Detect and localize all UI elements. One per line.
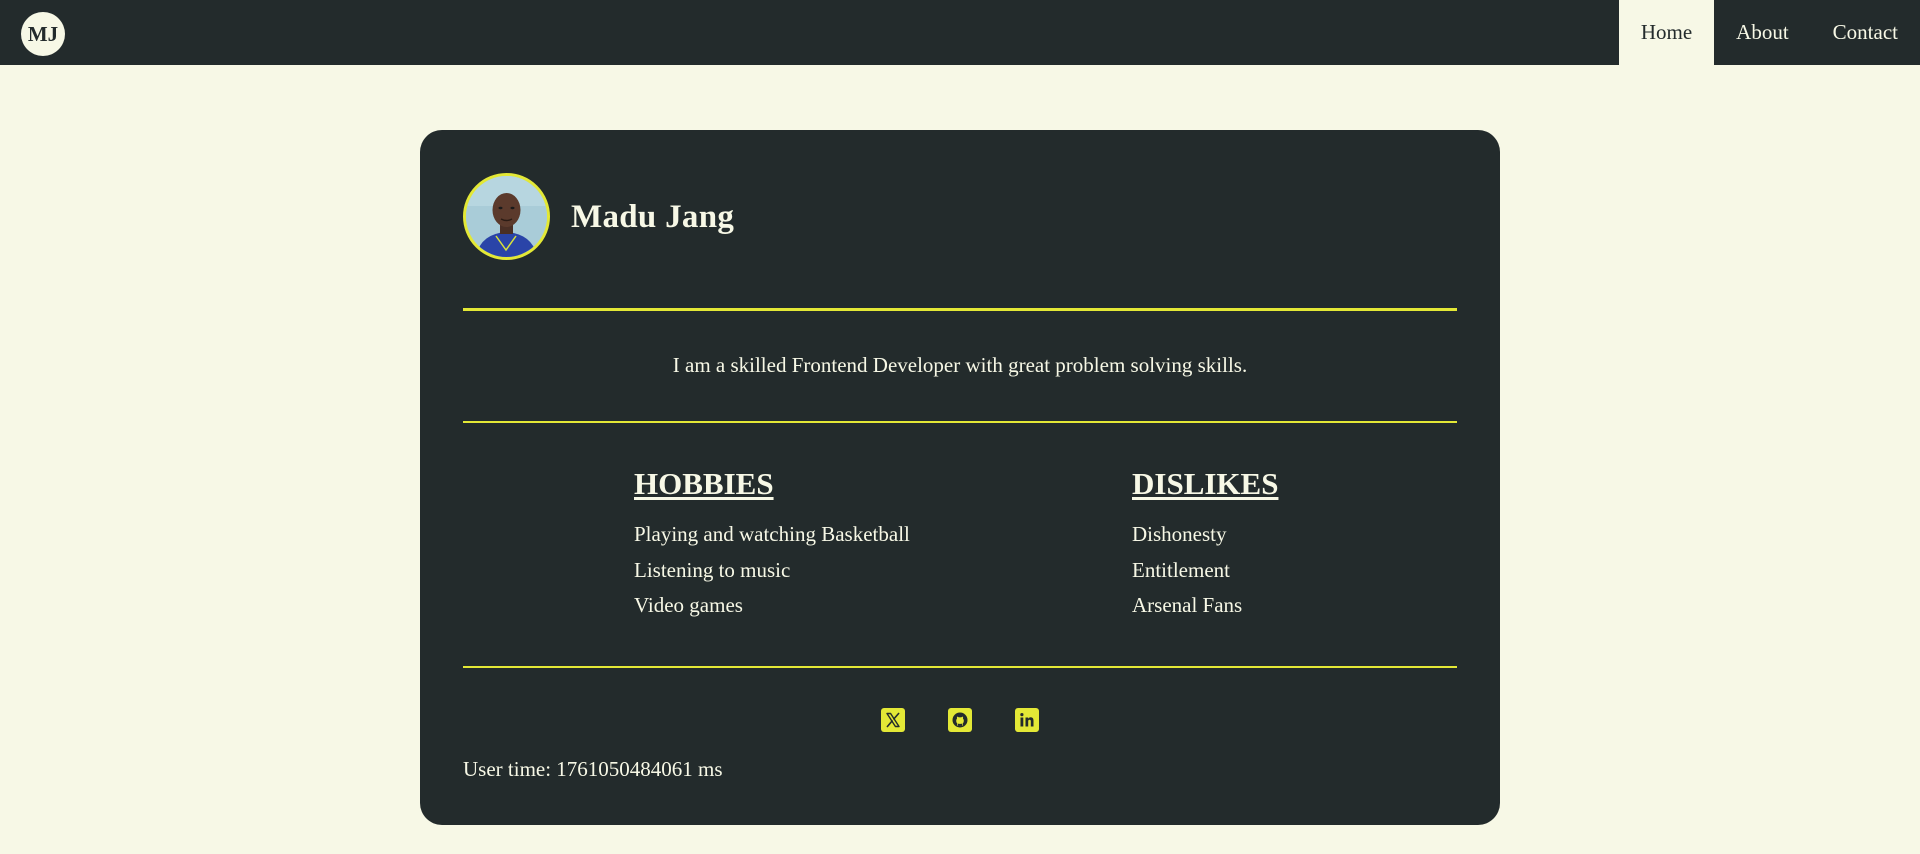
hobby-item: Video games [634,593,743,617]
profile-avatar [463,173,550,260]
dislikes-list: Dishonesty Entitlement Arsenal Fans [1132,517,1278,624]
linkedin-link[interactable] [1015,708,1039,732]
divider-bottom [463,666,1457,668]
profile-bio: I am a skilled Frontend Developer with g… [672,353,1248,377]
github-icon [948,708,972,732]
dislike-item: Arsenal Fans [1132,593,1243,617]
hobby-item: Listening to music [634,557,791,582]
social-links [420,708,1500,732]
github-link[interactable] [948,708,972,732]
divider-top [463,308,1457,311]
dislike-item: Dishonesty [1132,522,1227,546]
hobbies-list: Playing and watching Basketball Listenin… [634,517,910,624]
logo-badge[interactable]: MJ [21,12,65,56]
nav-home-link[interactable]: Home [1618,0,1715,65]
nav-contact-link[interactable]: Contact [1811,0,1920,65]
dislikes-heading: DISLIKES [1132,466,1279,501]
hobbies-heading: HOBBIES [634,466,774,501]
profile-name: Madu Jang [571,199,735,235]
avatar-photo [466,176,547,257]
linkedin-icon [1015,708,1039,732]
dislikes-section: DISLIKES Dishonesty Entitlement Arsenal … [1132,465,1278,624]
profile-card: Madu Jang I am a skilled Frontend Develo… [420,130,1500,825]
nav-about-link[interactable]: About [1714,0,1811,65]
x-twitter-icon [881,708,905,732]
hobby-item: Playing and watching Basketball [634,522,910,546]
divider-middle [463,421,1457,423]
user-time-readout: User time: 1761050484061 ms [463,757,723,781]
main-nav: Home About Contact [1618,0,1920,65]
dislike-item: Entitlement [1132,557,1230,582]
top-navbar: MJ Home About Contact [0,0,1920,65]
x-twitter-link[interactable] [881,708,905,732]
hobbies-section: HOBBIES Playing and watching Basketball … [634,465,910,624]
